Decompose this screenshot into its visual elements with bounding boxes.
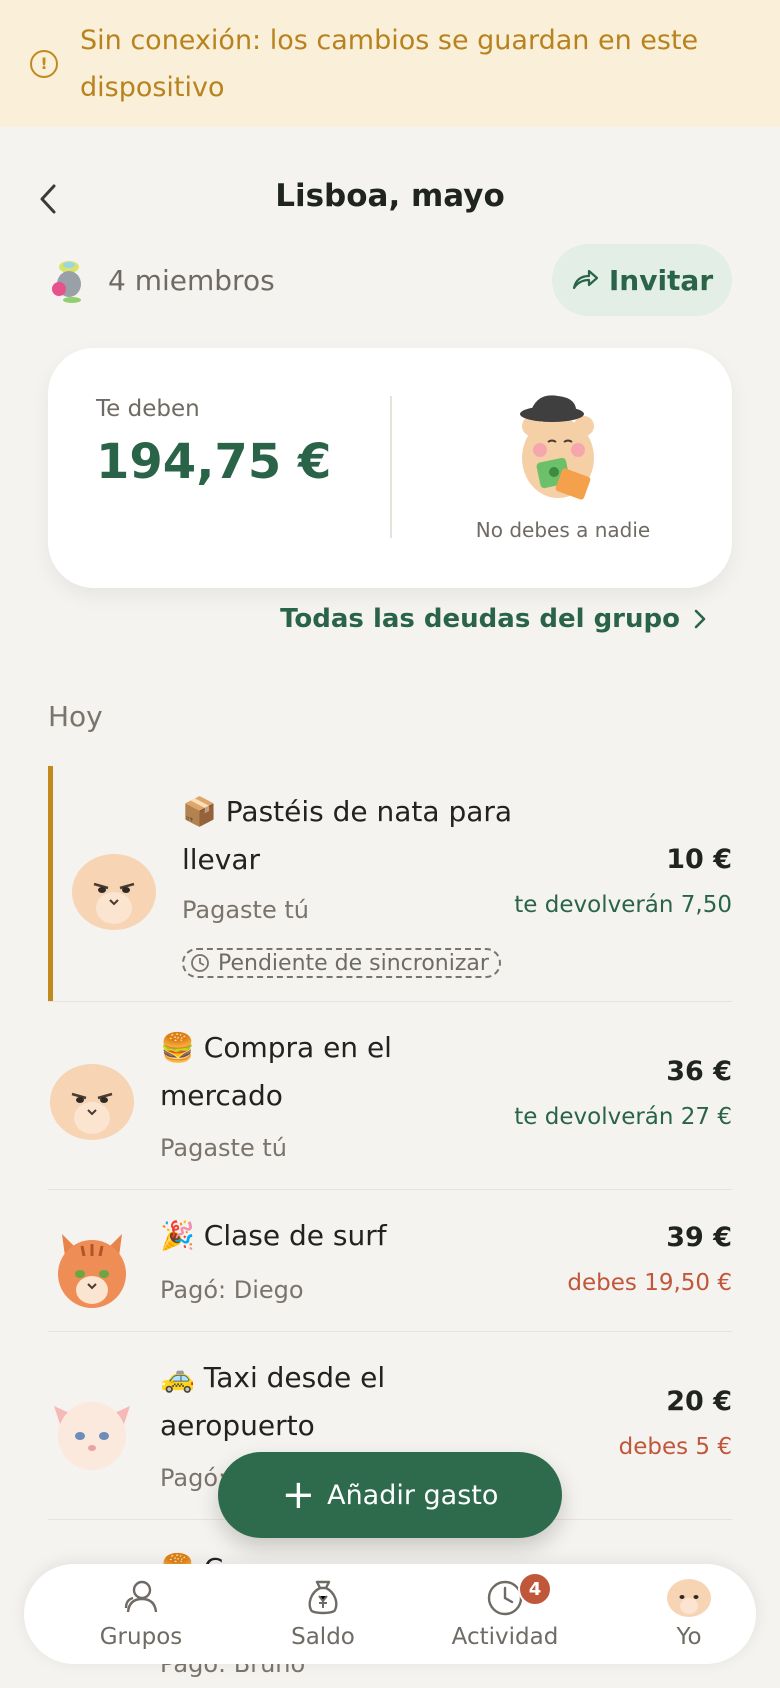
tiger-cat-avatar-icon	[58, 1234, 126, 1308]
expense-share: debes 19,50 €	[567, 1270, 732, 1296]
money-bag-icon	[308, 1580, 338, 1615]
expense-emoji: 🍔	[160, 1031, 195, 1064]
pending-sync-badge: Pendiente de sincronizar	[182, 948, 501, 978]
add-expense-button[interactable]: + Añadir gasto	[218, 1452, 562, 1538]
invite-button[interactable]: Invitar	[552, 244, 732, 316]
expense-payer: Pagaste tú	[182, 896, 309, 924]
group-avatar-icon	[52, 261, 81, 303]
sphynx-cat-avatar-icon	[54, 1402, 130, 1470]
expense-amount: 10 €	[666, 844, 732, 875]
all-debts-link[interactable]: Todas las deudas del grupo	[280, 604, 708, 634]
tab-label: Saldo	[291, 1624, 355, 1650]
expense-emoji: 📦	[182, 795, 217, 828]
members-count[interactable]: 4 miembros	[108, 264, 275, 297]
invite-label: Invitar	[608, 263, 714, 297]
expense-name: 📦 Pastéis de nata para llevar	[182, 788, 522, 884]
expense-payer: Pagaste tú	[160, 1134, 287, 1162]
activity-badge: 4	[518, 1572, 552, 1606]
tab-label: Actividad	[451, 1624, 559, 1650]
cat-avatar-icon	[72, 854, 156, 930]
expense-share: debes 5 €	[618, 1434, 732, 1460]
pending-sync-label: Pendiente de sincronizar	[218, 950, 489, 976]
pending-indicator-bar	[48, 766, 53, 1002]
balance-label: Te deben	[96, 396, 200, 422]
expense-item-pending[interactable]: 📦 Pastéis de nata para llevar Pagaste tú…	[48, 766, 732, 1002]
expense-emoji: 🚕	[160, 1361, 195, 1394]
expense-title: Pastéis de nata para llevar	[182, 795, 513, 876]
expense-amount: 39 €	[666, 1222, 732, 1253]
people-icon	[124, 1580, 158, 1613]
expense-title: Clase de surf	[203, 1219, 387, 1252]
tab-me[interactable]: Yo	[614, 1576, 764, 1660]
expense-share: te devolverán 27 €	[514, 1104, 732, 1130]
chevron-right-icon	[694, 609, 706, 629]
balance-amount: 194,75 €	[96, 434, 332, 490]
expense-share: te devolverán 7,50 €	[512, 892, 732, 918]
share-arrow-icon	[572, 269, 598, 290]
tab-label: Yo	[676, 1624, 702, 1650]
plus-icon: +	[281, 1472, 316, 1518]
bottom-tab-bar: Grupos Saldo 4 Actividad Yo	[24, 1564, 756, 1664]
offline-banner-text: Sin conexión: los cambios se guardan en …	[80, 24, 699, 103]
add-expense-label: Añadir gasto	[327, 1479, 499, 1511]
members-row: 4 miembros Invitar	[48, 244, 732, 316]
tab-activity[interactable]: 4 Actividad	[430, 1572, 580, 1660]
expense-payer: Pagó:	[160, 1464, 227, 1492]
balance-card[interactable]: Te deben 194,75 € No debes a nadie	[48, 348, 732, 588]
warning-circle-icon: !	[30, 49, 58, 78]
page-title: Lisboa, mayo	[275, 178, 505, 214]
expense-name: 🚕 Taxi desde el aeropuerto	[160, 1354, 460, 1450]
tab-label: Grupos	[99, 1624, 183, 1650]
avatar-icon	[667, 1579, 711, 1617]
expense-name: 🎉 Clase de surf	[160, 1212, 460, 1260]
section-header-today: Hoy	[48, 700, 103, 733]
expense-name: 🍔 Compra en el mercado	[160, 1024, 460, 1120]
no-debt-status: No debes a nadie	[475, 518, 651, 542]
expense-title: Compra en el mercado	[160, 1031, 392, 1112]
tab-groups[interactable]: Grupos	[66, 1576, 216, 1660]
bear-mascot-icon	[520, 395, 594, 500]
expense-item[interactable]: 🍔 Compra en el mercado Pagaste tú 36 € t…	[48, 1002, 732, 1190]
expense-payer: Pagó: Diego	[160, 1276, 304, 1304]
all-debts-label: Todas las deudas del grupo	[280, 604, 680, 634]
offline-banner: ! Sin conexión: los cambios se guardan e…	[0, 0, 780, 127]
expense-item[interactable]: 🎉 Clase de surf Pagó: Diego 39 € debes 1…	[48, 1190, 732, 1332]
balance-divider	[390, 396, 392, 538]
expense-amount: 36 €	[666, 1056, 732, 1087]
cat-avatar-icon	[50, 1064, 134, 1140]
clock-icon	[191, 954, 209, 972]
header: Lisboa, mayo	[0, 168, 780, 232]
expense-emoji: 🎉	[160, 1219, 195, 1252]
expense-amount: 20 €	[666, 1386, 732, 1417]
tab-balance[interactable]: Saldo	[248, 1576, 398, 1660]
